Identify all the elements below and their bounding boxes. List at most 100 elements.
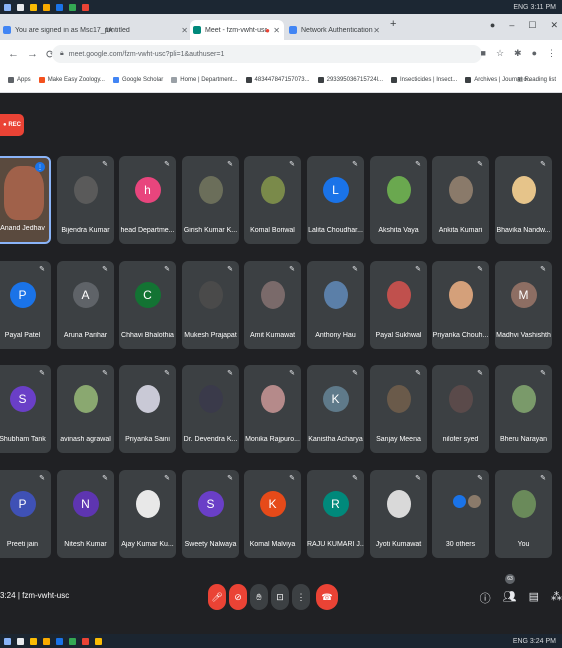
participant-tile[interactable]: ✎ avinash agrawal [57, 365, 114, 453]
leave-call-button[interactable]: ☎︎ [316, 584, 338, 610]
participant-tile[interactable]: ✎ Bhavika Nandw... [495, 156, 552, 244]
app-icon[interactable] [82, 637, 89, 645]
tab-network-auth[interactable]: Network Authentication ✕ [286, 20, 384, 40]
participant-tile[interactable]: ⋮ Anand Jedhav [0, 156, 51, 244]
participant-tile[interactable]: ✎ S Shubham Tank [0, 365, 51, 453]
participant-tile[interactable]: ✎ A Aruna Parihar [57, 261, 114, 349]
avatar [386, 176, 411, 204]
info-icon[interactable]: ⓘ [480, 590, 491, 606]
participant-tile[interactable]: ✎ Akshita Vaya [370, 156, 427, 244]
profile-avatar[interactable]: ● [532, 48, 537, 59]
back-arrow-icon[interactable]: ← [8, 48, 19, 60]
participant-tile[interactable]: ✎ Priyanka Chouh... [432, 261, 489, 349]
mic-off-icon: ✎ [352, 161, 358, 168]
participant-tile[interactable]: ✎ Ankita Kumari [432, 156, 489, 244]
microphone-off-button[interactable]: 🎤︎ [208, 584, 226, 610]
camera-off-button[interactable]: ⊘ [229, 584, 247, 610]
bookmark-zoology[interactable]: Make Easy Zoology... [38, 77, 105, 83]
app-icon[interactable] [82, 3, 89, 11]
windows-start-icon[interactable] [4, 637, 11, 645]
bookmark-label: Home | Department... [180, 77, 238, 83]
activities-icon[interactable]: ⁂ [551, 590, 562, 606]
participant-tile[interactable]: ✎ L Lalita Choudhar... [307, 156, 364, 244]
participant-tile[interactable]: ✎ Jyoti Kumawat [370, 470, 427, 558]
reading-list[interactable]: ▤ Reading list [517, 76, 556, 83]
tab-untitled[interactable]: Untitled ✕ [96, 20, 192, 40]
mic-off-icon: ✎ [164, 161, 170, 168]
present-button[interactable]: ⊡ [271, 584, 289, 610]
menu-icon[interactable]: ⋮ [547, 48, 556, 59]
store-icon[interactable] [69, 3, 76, 11]
participant-tile[interactable]: ✎ Komal Boriwal [244, 156, 301, 244]
participant-tile[interactable]: ✎ Priyanka Saini [119, 365, 176, 453]
more-options-button[interactable]: ⋮ [292, 584, 310, 610]
app-icon[interactable] [95, 637, 102, 645]
participant-tile[interactable]: ✎ Sanjay Meena [370, 365, 427, 453]
participant-tile[interactable]: ✎ Bijendra Kumar [57, 156, 114, 244]
participant-tile[interactable]: ✎ P Payal Patel [0, 261, 51, 349]
bookmark-2933[interactable]: 293395036715724l... [317, 77, 383, 83]
taskbar-clock[interactable]: ENG 3:24 PM [513, 638, 562, 645]
close-icon[interactable]: ✕ [273, 26, 280, 35]
tab-search-icon[interactable]: ● [490, 20, 495, 31]
forward-arrow-icon[interactable]: → [27, 48, 38, 60]
participant-tile[interactable]: ✎ Dr. Devendra K... [182, 365, 239, 453]
participant-name: Bheru Narayan [499, 436, 548, 443]
participant-tile[interactable]: ✎ You [495, 470, 552, 558]
close-window-icon[interactable]: ✕ [550, 20, 558, 31]
participant-tile[interactable]: ✎ Girish Kumar K... [182, 156, 239, 244]
chat-icon[interactable]: ▤ [529, 590, 539, 606]
participant-tile[interactable]: ✎ K Komal Malviya [244, 470, 301, 558]
camera-indicator-icon[interactable]: ■ [481, 48, 486, 59]
store-icon[interactable] [69, 637, 76, 645]
taskbar-app-icons [0, 3, 89, 11]
minimize-icon[interactable]: – [509, 20, 514, 31]
participant-tile[interactable]: ✎ Bheru Narayan [495, 365, 552, 453]
file-explorer-icon[interactable] [43, 637, 50, 645]
participant-tile[interactable]: ✎ R RAJU KUMARI J... [307, 470, 364, 558]
participant-tile[interactable]: ✎ h head Departme... [119, 156, 176, 244]
chrome-icon[interactable] [30, 637, 37, 645]
star-icon[interactable]: ☆ [496, 48, 504, 59]
bookmark-insecticides[interactable]: Insecticides | Insect... [391, 77, 457, 83]
participant-tile[interactable]: ✎ nilofer syed [432, 365, 489, 453]
participant-tile[interactable]: ✎ C Chhavi Bhalothia [119, 261, 176, 349]
mail-icon[interactable] [56, 637, 63, 645]
tab-label: Network Authentication [301, 26, 373, 34]
participant-tile[interactable]: ✎ Anthony Hau [307, 261, 364, 349]
extensions-icon[interactable]: ✱ [514, 48, 522, 59]
bookmark-4834[interactable]: 483447847157073... [245, 77, 310, 83]
participant-tile[interactable]: ✎ Ajay Kumar Ku... [119, 470, 176, 558]
participant-tile[interactable]: ✎ Amit Kumawat [244, 261, 301, 349]
search-icon[interactable] [17, 637, 24, 645]
maximize-icon[interactable]: ☐ [528, 20, 536, 31]
participant-tile[interactable]: ✎ 30 others [432, 470, 489, 558]
participant-tile[interactable]: ✎ N Nitesh Kumar [57, 470, 114, 558]
participant-tile[interactable]: ✎ Monika Rajpuro... [244, 365, 301, 453]
bookmark-scholar[interactable]: Google Scholar [112, 77, 163, 83]
mail-icon[interactable] [56, 3, 63, 11]
file-explorer-icon[interactable] [43, 3, 50, 11]
close-icon[interactable]: ✕ [373, 26, 380, 35]
search-icon[interactable] [17, 3, 24, 11]
url-bar[interactable]: 🔒︎ meet.google.com/fzm-vwht-usc?pli=1&au… [52, 45, 482, 63]
raise-hand-button[interactable]: ✋︎ [250, 584, 268, 610]
taskbar-top: ENG 3:11 PM [0, 0, 562, 14]
taskbar-clock[interactable]: ENG 3:11 PM [513, 4, 562, 11]
tab-meet[interactable]: Meet - fzm-vwht-usc ● ✕ [190, 20, 284, 40]
participant-tile[interactable]: ✎ S Sweety Nalwaya [182, 470, 239, 558]
new-tab-button[interactable]: + [390, 18, 396, 30]
participant-tile[interactable]: ✎ K Kanistha Acharya [307, 365, 364, 453]
participant-tile[interactable]: ✎ Mukesh Prajapat [182, 261, 239, 349]
participant-tile[interactable]: ✎ Payal Sukhwal [370, 261, 427, 349]
people-icon[interactable]: 👥︎ [503, 590, 517, 606]
windows-start-icon[interactable] [4, 3, 11, 11]
participant-tile[interactable]: ✎ P Preeti jain [0, 470, 51, 558]
close-icon[interactable]: ✕ [181, 26, 188, 35]
participant-tile[interactable]: ✎ M Madhvi Vashishth [495, 261, 552, 349]
bookmark-department[interactable]: Home | Department... [171, 77, 238, 83]
chrome-icon[interactable] [30, 3, 37, 11]
avatar: K [259, 491, 286, 517]
avatar: K [322, 386, 349, 412]
bookmark-apps[interactable]: Apps [8, 77, 31, 83]
